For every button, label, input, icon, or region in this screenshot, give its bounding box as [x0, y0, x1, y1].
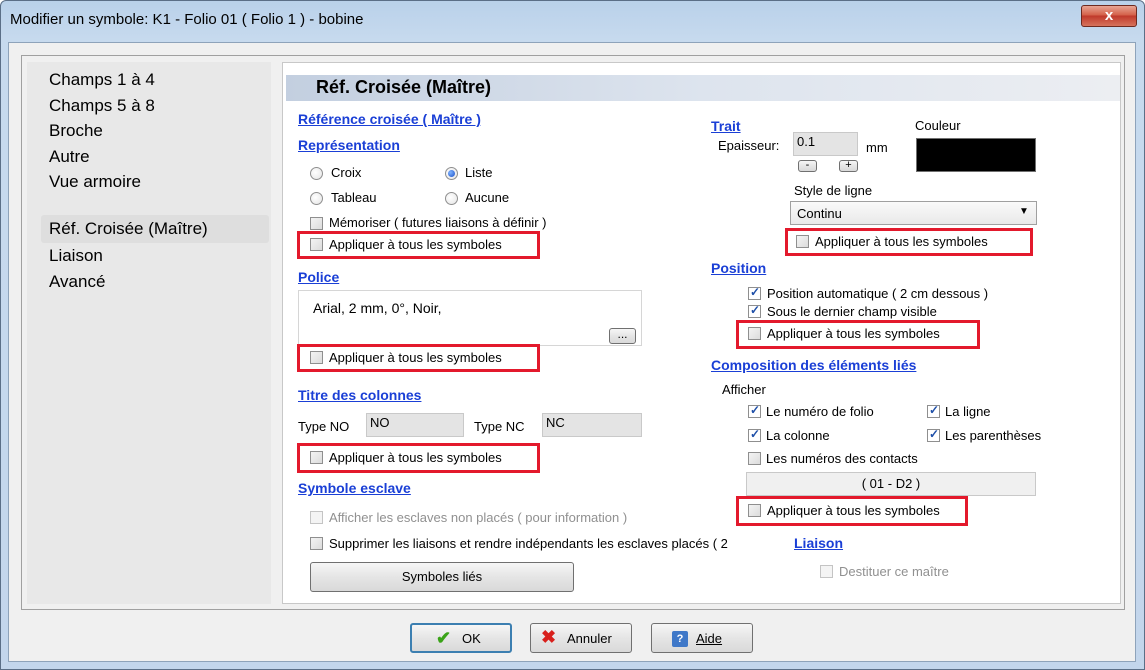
police-heading[interactable]: Police [298, 269, 339, 285]
aide-label: Aide [696, 631, 723, 646]
apply-all-composition-label: Appliquer à tous les symboles [767, 503, 940, 518]
radio-tableau[interactable] [310, 192, 323, 205]
sous-dernier-label: Sous le dernier champ visible [767, 304, 937, 319]
radio-croix[interactable] [310, 167, 323, 180]
la-ligne-checkbox[interactable] [927, 403, 940, 418]
police-box [298, 290, 642, 346]
help-icon: ? [672, 631, 688, 647]
apply-all-position-checkbox[interactable] [748, 327, 761, 340]
radio-aucune-label: Aucune [465, 190, 510, 205]
apply-all-trait-checkbox[interactable] [796, 235, 809, 248]
ok-label: OK [462, 631, 481, 646]
num-contacts-checkbox[interactable] [748, 452, 761, 465]
cancel-x-icon: ✖ [541, 627, 557, 647]
radio-croix-label: Croix [331, 165, 362, 180]
liaison-heading[interactable]: Liaison [794, 535, 843, 551]
destituer-label: Destituer ce maître [839, 564, 949, 579]
aide-button[interactable]: ? Aide [651, 623, 753, 653]
num-contacts-label: Les numéros des contacts [766, 451, 918, 466]
epaisseur-decrement-button[interactable]: - [798, 160, 817, 172]
chevron-down-icon: ▼ [1019, 206, 1029, 217]
close-button[interactable]: x [1081, 5, 1137, 27]
position-heading[interactable]: Position [711, 260, 766, 276]
representation-heading[interactable]: Représentation [298, 137, 400, 153]
composition-preview: ( 01 - D2 ) [746, 472, 1036, 496]
radio-liste[interactable] [445, 167, 458, 180]
apply-all-representation-label: Appliquer à tous les symboles [329, 237, 502, 252]
num-folio-checkbox[interactable] [748, 403, 761, 418]
destituer-checkbox[interactable] [820, 565, 833, 578]
couleur-swatch[interactable] [916, 138, 1036, 172]
sidebar-item-champs-5-8[interactable]: Champs 5 à 8 [49, 94, 155, 118]
afficher-esclaves-label: Afficher les esclaves non placés ( pour … [329, 510, 628, 525]
parentheses-checkbox[interactable] [927, 427, 940, 442]
type-nc-input[interactable]: NC [542, 413, 642, 437]
annuler-label: Annuler [567, 631, 612, 646]
symboles-lies-button[interactable]: Symboles liés [310, 562, 574, 592]
style-ligne-value: Continu [797, 206, 842, 221]
memoriser-checkbox[interactable] [310, 217, 323, 230]
style-ligne-select[interactable]: Continu ▼ [790, 201, 1037, 225]
position-auto-checkbox[interactable] [748, 285, 761, 300]
panel-title: Réf. Croisée (Maître) [316, 77, 492, 97]
sidebar-item-avance[interactable]: Avancé [49, 270, 105, 294]
epaisseur-increment-button[interactable]: + [839, 160, 858, 172]
police-value: Arial, 2 mm, 0°, Noir, [313, 300, 442, 316]
epaisseur-label: Epaisseur: [718, 138, 780, 153]
epaisseur-input[interactable]: 0.1 [793, 132, 858, 156]
afficher-esclaves-checkbox[interactable] [310, 511, 323, 524]
type-no-input[interactable]: NO [366, 413, 464, 437]
la-ligne-label: La ligne [945, 404, 991, 419]
radio-tableau-label: Tableau [331, 190, 377, 205]
supprimer-liaisons-checkbox[interactable] [310, 537, 323, 550]
window-title: Modifier un symbole: K1 - Folio 01 ( Fol… [10, 11, 364, 28]
police-browse-button[interactable]: ... [609, 328, 636, 344]
symbole-esclave-heading[interactable]: Symbole esclave [298, 480, 411, 496]
ok-button[interactable]: ✔ OK [410, 623, 512, 653]
apply-all-composition-checkbox[interactable] [748, 504, 761, 517]
couleur-label: Couleur [915, 118, 961, 133]
apply-all-position-label: Appliquer à tous les symboles [767, 326, 940, 341]
parentheses-label: Les parenthèses [945, 428, 1042, 443]
composition-heading[interactable]: Composition des éléments liés [711, 357, 916, 373]
afficher-label: Afficher [722, 382, 766, 397]
apply-all-representation-checkbox[interactable] [310, 238, 323, 251]
annuler-button[interactable]: ✖ Annuler [530, 623, 632, 653]
sidebar-item-vue-armoire[interactable]: Vue armoire [49, 170, 141, 194]
type-no-label: Type NO [298, 419, 350, 434]
radio-aucune[interactable] [445, 192, 458, 205]
sidebar-item-liaison[interactable]: Liaison [49, 244, 103, 268]
apply-all-police-label: Appliquer à tous les symboles [329, 350, 502, 365]
apply-all-trait-label: Appliquer à tous les symboles [815, 234, 988, 249]
num-folio-label: Le numéro de folio [766, 404, 874, 419]
apply-all-police-checkbox[interactable] [310, 351, 323, 364]
la-colonne-checkbox[interactable] [748, 427, 761, 442]
apply-all-titre-label: Appliquer à tous les symboles [329, 450, 502, 465]
apply-all-titre-checkbox[interactable] [310, 451, 323, 464]
titre-colonnes-heading[interactable]: Titre des colonnes [298, 387, 421, 403]
sidebar-item-autre[interactable]: Autre [49, 145, 90, 169]
sidebar: Champs 1 à 4 Champs 5 à 8 Broche Autre V… [27, 62, 271, 604]
checkmark-icon: ✔ [436, 628, 452, 648]
type-nc-label: Type NC [474, 419, 525, 434]
supprimer-liaisons-label: Supprimer les liaisons et rendre indépen… [329, 536, 728, 551]
radio-liste-label: Liste [465, 165, 493, 180]
memoriser-label: Mémoriser ( futures liaisons à définir ) [329, 215, 547, 230]
ref-croisee-heading[interactable]: Référence croisée ( Maître ) [298, 111, 481, 127]
sidebar-item-champs-1-4[interactable]: Champs 1 à 4 [49, 68, 155, 92]
sidebar-item-ref-croisee[interactable]: Réf. Croisée (Maître) [49, 217, 208, 241]
style-ligne-label: Style de ligne [794, 183, 873, 198]
trait-heading[interactable]: Trait [711, 118, 741, 134]
la-colonne-label: La colonne [766, 428, 830, 443]
sidebar-item-broche[interactable]: Broche [49, 119, 103, 143]
sous-dernier-checkbox[interactable] [748, 303, 761, 318]
epaisseur-unit: mm [866, 140, 888, 155]
position-auto-label: Position automatique ( 2 cm dessous ) [767, 286, 989, 301]
